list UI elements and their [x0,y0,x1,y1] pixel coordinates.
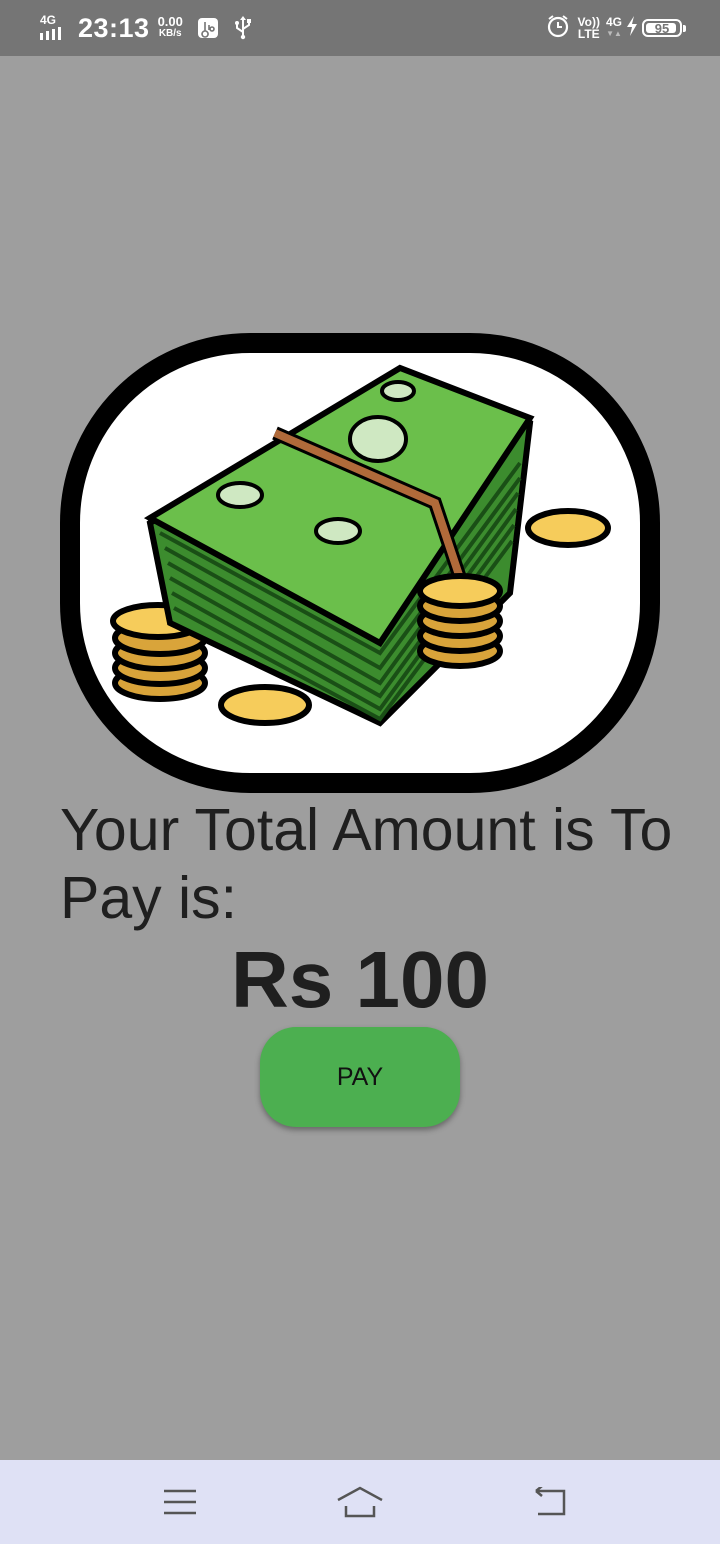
navigation-bar [0,1460,720,1544]
menu-icon[interactable] [140,1474,220,1530]
total-amount-label: Your Total Amount is To Pay is: [60,797,673,931]
status-bar-right: Vo)) LTE 4G ▼▲ 95 [546,0,686,56]
network-speed: 0.00 KB/s [157,14,183,40]
usb-debug-icon [197,17,219,39]
network-speed-unit: KB/s [158,28,182,39]
signal-icon: 4G [40,14,72,42]
alarm-icon [546,14,570,43]
volte-icon: Vo)) LTE [578,16,600,40]
total-amount-value: Rs 100 [231,935,489,1024]
coin-right [525,508,611,548]
home-icon[interactable] [320,1474,400,1530]
money-stack-illustration [110,364,611,727]
usb-icon [233,16,253,40]
status-bar: 4G 23:13 0.00 KB/s Vo)) LTE 4G ▼▲ 95 [0,0,720,56]
coin-stack-middle [417,573,503,669]
volte-bottom: LTE [577,27,600,41]
status-time: 23:13 [78,12,150,43]
coin-bottom [218,684,312,726]
data-type-icon: 4G ▼▲ [606,16,622,40]
data-arrows-icon: ▼▲ [606,29,622,38]
network-type: 4G [40,13,57,27]
network-speed-value: 0.00 [157,14,183,29]
battery-icon: 95 [642,19,686,37]
charging-icon [626,15,638,41]
pay-button[interactable]: PAY [260,1027,460,1127]
money-image [60,333,660,793]
battery-percent: 95 [654,20,670,36]
status-bar-left: 4G 23:13 0.00 KB/s [40,0,253,56]
back-icon[interactable] [510,1474,590,1530]
data-type: 4G [605,15,622,29]
